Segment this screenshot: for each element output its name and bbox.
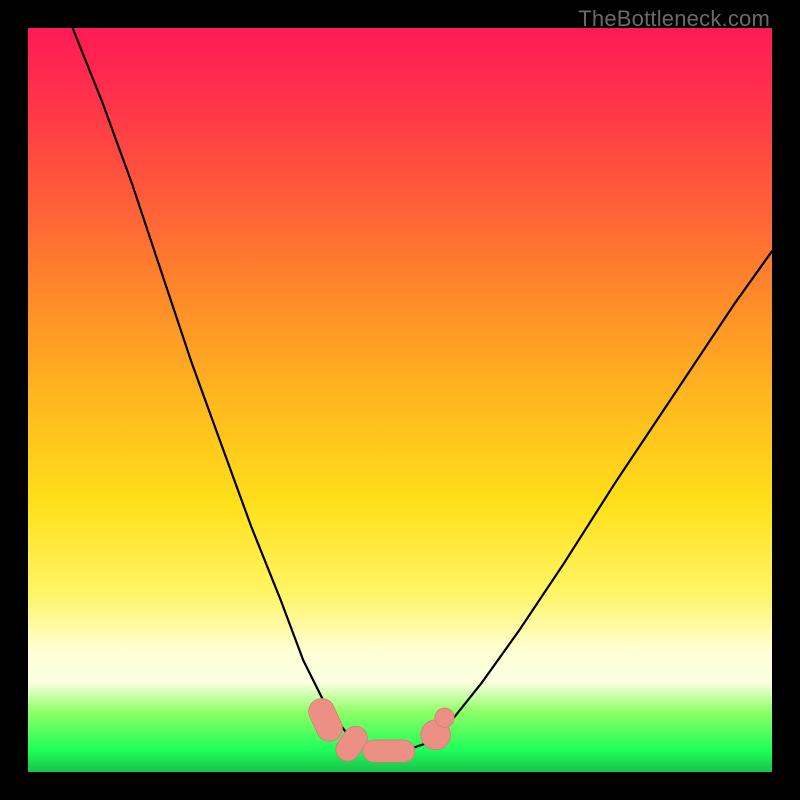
marker-pill: [304, 694, 346, 745]
attribution-text: TheBottleneck.com: [578, 6, 770, 32]
bottleneck-curve: [73, 28, 772, 750]
curve-layer: [28, 28, 772, 772]
chart-frame: TheBottleneck.com: [0, 0, 800, 800]
plot-area: [28, 28, 772, 772]
marker-pill: [363, 740, 415, 762]
curve-markers: [304, 694, 454, 766]
marker-dot: [435, 708, 454, 727]
